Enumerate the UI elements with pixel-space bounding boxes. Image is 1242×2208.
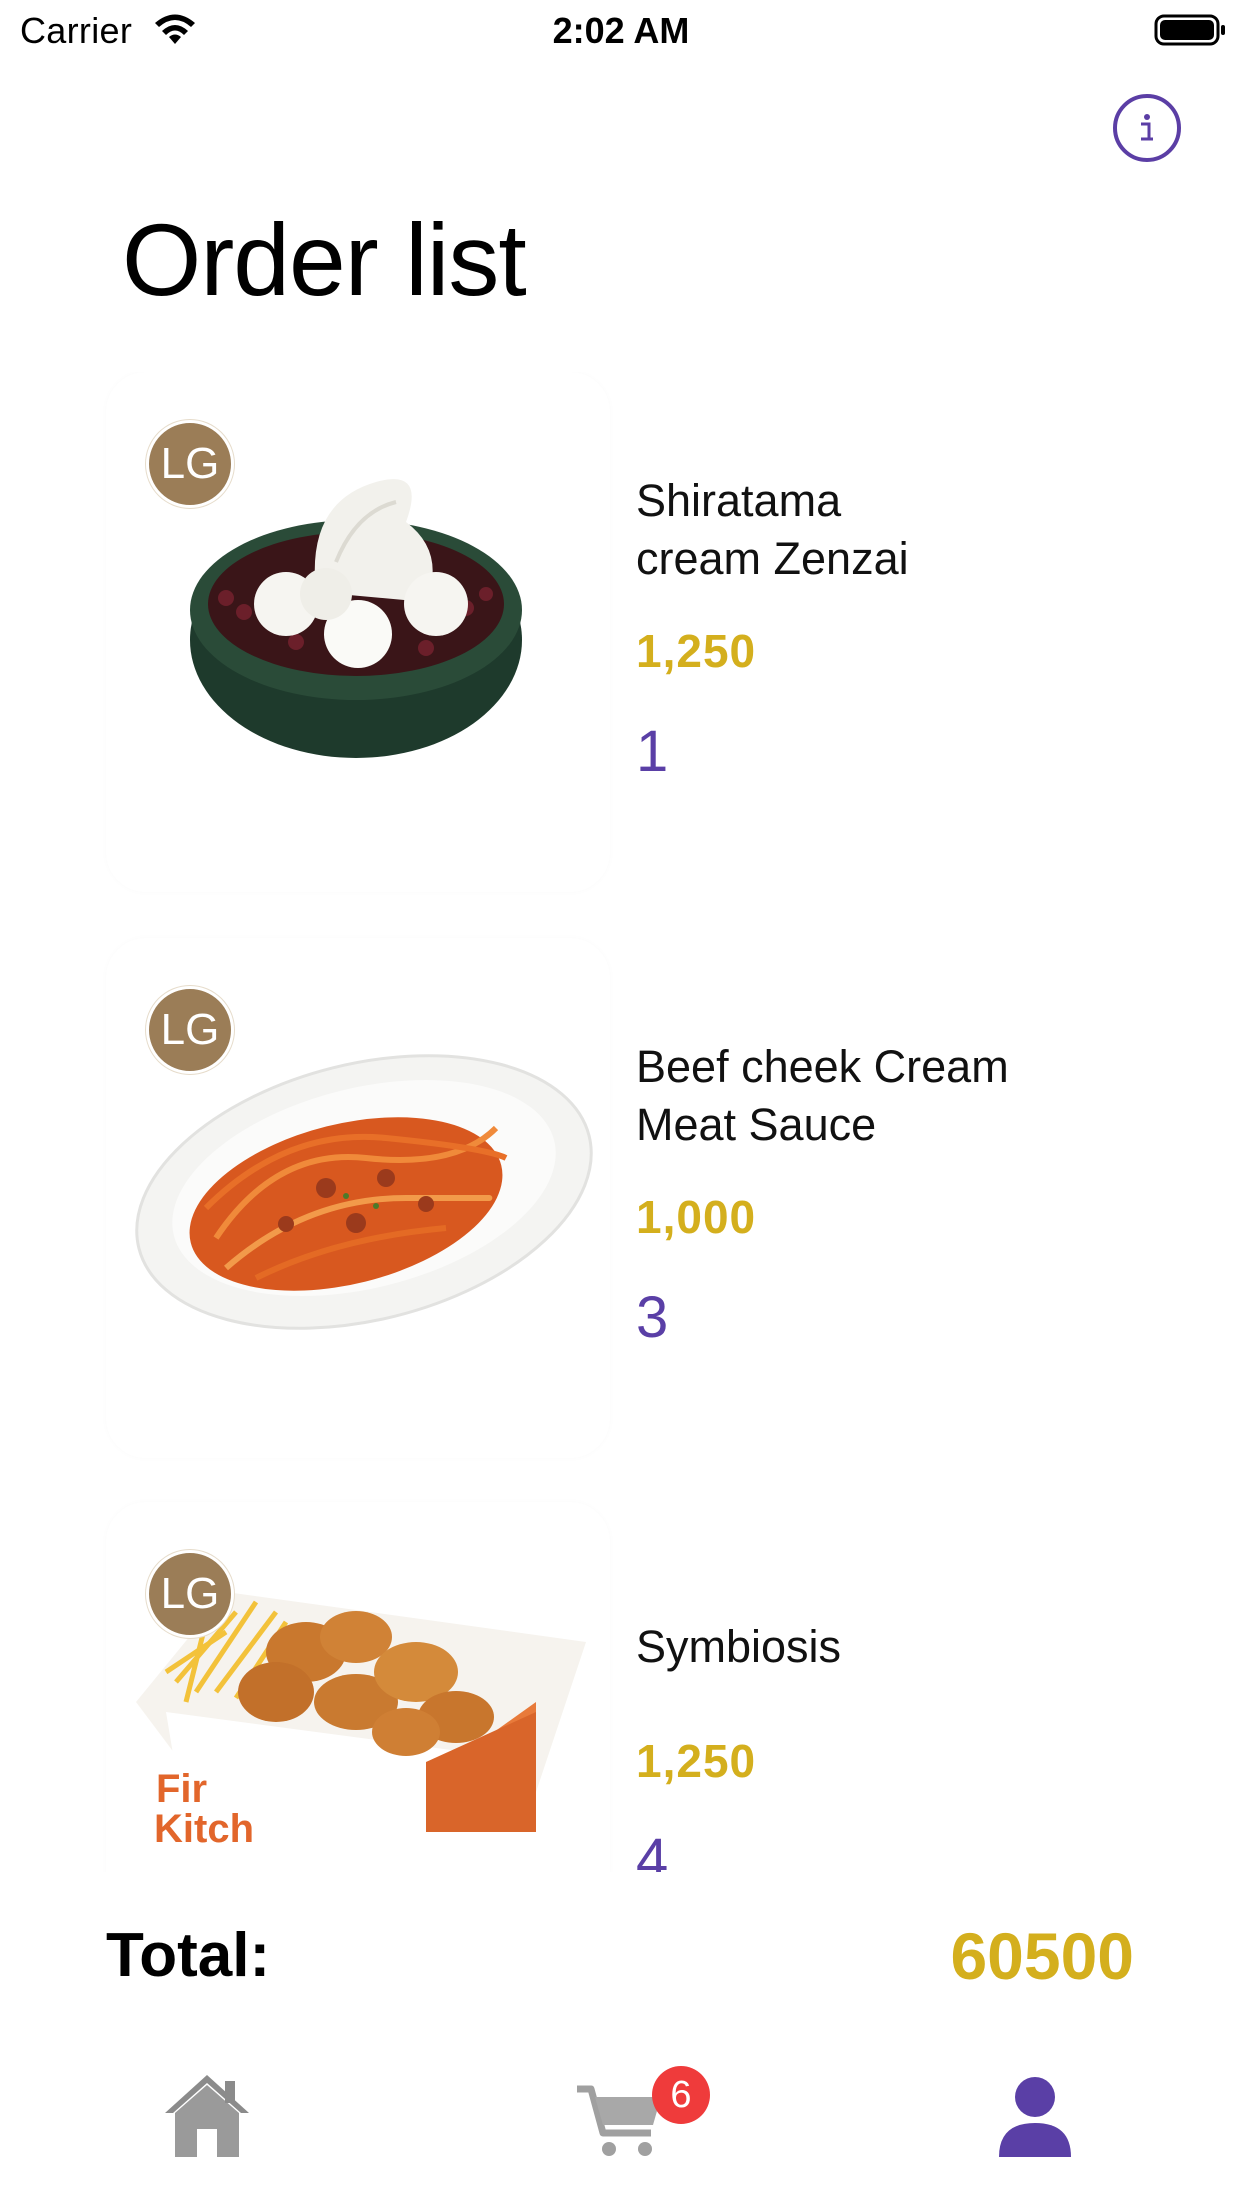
lg-badge: LG	[146, 1550, 234, 1638]
item-name: Beef cheek Cream Meat Sauce	[636, 1038, 1096, 1154]
tab-bar: 6	[0, 2050, 1242, 2208]
home-icon	[165, 2075, 249, 2157]
person-icon	[999, 2077, 1071, 2157]
status-time: 2:02 AM	[552, 10, 690, 51]
item-name-line: Symbiosis	[636, 1621, 842, 1672]
info-icon	[1141, 114, 1153, 141]
item-name-line: cream Zenzai	[636, 533, 909, 584]
cart-count-badge: 6	[652, 2066, 710, 2124]
tab-profile[interactable]	[980, 2060, 1090, 2170]
order-item[interactable]: LG Shiratama cream Zenzai 1,250 1	[0, 372, 1242, 892]
item-price: 1,000	[636, 1191, 757, 1243]
svg-text:Kitch: Kitch	[154, 1807, 254, 1851]
total-label: Total:	[106, 1921, 271, 1990]
order-list[interactable]: LG Shiratama cream Zenzai 1,250 1 LG Bee…	[0, 372, 1242, 1872]
item-name-line: Beef cheek Cream	[636, 1041, 1009, 1092]
item-name-line: Shiratama	[636, 475, 842, 526]
item-name: Symbiosis	[636, 1618, 1096, 1676]
page-title: Order list	[122, 203, 527, 317]
tab-home[interactable]	[152, 2060, 262, 2170]
info-button[interactable]	[1113, 94, 1181, 162]
order-item[interactable]: LG Beef cheek Cream Meat Sauce 1,000 3	[0, 938, 1242, 1458]
item-quantity: 4	[636, 1827, 669, 1872]
item-name: Shiratama cream Zenzai	[636, 472, 1096, 588]
total-value: 60500	[950, 1919, 1134, 1993]
order-item[interactable]: Fir Kitch LG Symbiosis 1,250 4	[0, 1502, 1242, 1872]
lg-badge: LG	[146, 986, 234, 1074]
item-price: 1,250	[636, 1735, 757, 1787]
svg-text:Fir: Fir	[156, 1767, 207, 1811]
item-price: 1,250	[636, 625, 757, 677]
item-quantity: 3	[636, 1285, 669, 1350]
item-name-line: Meat Sauce	[636, 1099, 877, 1150]
battery-icon	[1154, 14, 1225, 46]
item-quantity: 1	[636, 719, 669, 784]
lg-badge: LG	[146, 420, 234, 508]
status-bar: Carrier 2:02 AM	[0, 0, 1242, 66]
